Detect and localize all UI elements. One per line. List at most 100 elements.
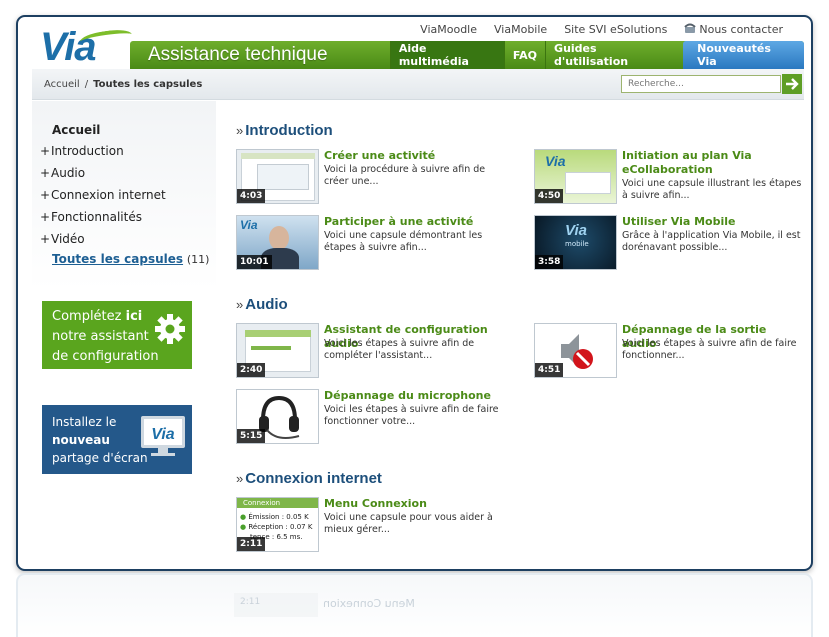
sidebar-all-capsules: Toutes les capsules (11) xyxy=(52,252,209,266)
reflection-duration: 2:11 xyxy=(240,597,261,607)
capsule-thumbnail[interactable]: Connexion ● Émission : 0.05 K ● Réceptio… xyxy=(236,497,319,552)
sidebar-item-label: Audio xyxy=(51,166,86,180)
thumb-logo: Via xyxy=(545,153,566,169)
header-banner: Assistance technique Aide multimédia FAQ… xyxy=(130,41,804,69)
thumb-text: Réception : 0.07 K xyxy=(248,523,313,531)
capsule-card[interactable]: 2:40 Assistant de configuration audio Vo… xyxy=(232,323,506,379)
thumb-text: mobile xyxy=(565,240,589,248)
capsule-description: Voici une capsule illustrant les étapes … xyxy=(622,178,802,201)
capsule-thumbnail[interactable]: 2:40 xyxy=(236,323,319,378)
reflection-title: Menu Connexion xyxy=(323,597,415,610)
nav-guides[interactable]: Guides d'utilisation xyxy=(545,41,677,69)
via-logo[interactable]: Via xyxy=(40,25,133,73)
top-link-site-svi[interactable]: Site SVI eSolutions xyxy=(564,23,667,36)
thumb-text: Connexion xyxy=(237,498,318,508)
thumb-logo: Via xyxy=(565,222,587,239)
contact-link[interactable]: Nous contacter xyxy=(684,23,783,36)
section-introduction-heading[interactable]: » Introduction xyxy=(236,122,333,139)
capsule-title[interactable]: Créer une activité xyxy=(324,149,506,163)
breadcrumb-current: Toutes les capsules xyxy=(93,78,203,90)
capsule-thumbnail[interactable]: 4:03 xyxy=(236,149,319,204)
capsule-thumbnail[interactable]: 5:15 xyxy=(236,389,319,444)
promo-config-text: de configuration xyxy=(52,349,159,364)
breadcrumb-separator: / xyxy=(84,78,89,90)
capsule-duration: 2:40 xyxy=(237,363,266,377)
capsule-description: Voici la procédure à suivre afin de crée… xyxy=(324,164,486,187)
capsule-thumbnail[interactable]: Via mobile 3:58 xyxy=(534,215,617,270)
capsule-card[interactable]: 4:51 Dépannage de la sortie audio Voici … xyxy=(530,323,804,379)
capsule-description: Voici une capsule pour vous aider à mieu… xyxy=(324,512,493,535)
capsule-thumbnail[interactable]: 4:51 xyxy=(534,323,617,378)
capsule-duration: 4:03 xyxy=(237,189,266,203)
page-title: Assistance technique xyxy=(148,44,328,65)
breadcrumb: Accueil / Toutes les capsules xyxy=(32,69,804,100)
section-title: Introduction xyxy=(245,122,333,139)
gear-icon xyxy=(155,314,185,344)
all-capsules-link[interactable]: Toutes les capsules xyxy=(52,252,183,266)
sidebar: Accueil +Introduction +Audio +Connexion … xyxy=(32,101,216,569)
sidebar-item-introduction[interactable]: +Introduction xyxy=(40,144,166,166)
sidebar-item-video[interactable]: +Vidéo xyxy=(40,232,166,254)
monitor-icon: Via xyxy=(141,416,185,456)
capsule-title[interactable]: Menu Connexion xyxy=(324,497,506,511)
svg-text:Via: Via xyxy=(151,426,175,443)
capsule-thumbnail[interactable]: Via 10:01 xyxy=(236,215,319,270)
capsule-card[interactable]: Via 4:50 Initiation au plan Via eCollabo… xyxy=(530,149,804,205)
phone-icon xyxy=(684,23,697,33)
plus-icon: + xyxy=(40,144,51,158)
capsule-description: Grâce à l'application Via Mobile, il est… xyxy=(622,230,801,253)
top-link-viamobile[interactable]: ViaMobile xyxy=(494,23,547,36)
capsule-description: Voici les étapes à suivre afin de faire … xyxy=(622,338,797,361)
search-button[interactable] xyxy=(782,74,802,94)
sidebar-menu: +Introduction +Audio +Connexion internet… xyxy=(40,144,166,254)
capsule-card[interactable]: 4:03 Créer une activité Voici la procédu… xyxy=(232,149,506,205)
capsule-card[interactable]: Connexion ● Émission : 0.05 K ● Réceptio… xyxy=(232,497,506,553)
main-nav: Aide multimédia FAQ Guides d'utilisation… xyxy=(389,41,804,69)
nav-nouveautes-via[interactable]: Nouveautés Via xyxy=(683,41,804,69)
capsule-title[interactable]: Participer à une activité xyxy=(324,215,506,229)
capsule-duration: 10:01 xyxy=(237,255,272,269)
promo-config-text: Complétez xyxy=(52,309,126,324)
sidebar-item-connexion[interactable]: +Connexion internet xyxy=(40,188,166,210)
plus-icon: + xyxy=(40,188,51,202)
top-link-viamoodle[interactable]: ViaMoodle xyxy=(420,23,477,36)
promo-screen-share[interactable]: Installez le nouveau partage d'écran Via xyxy=(42,405,192,474)
plus-icon: + xyxy=(40,166,51,180)
capsule-title[interactable]: Initiation au plan Via eCollaboration xyxy=(622,149,804,177)
capsule-card[interactable]: 5:15 Dépannage du microphone Voici les é… xyxy=(232,389,506,445)
capsule-description: Voici une capsule démontrant les étapes … xyxy=(324,230,483,253)
capsule-duration: 3:58 xyxy=(535,255,564,269)
nav-aide-multimedia[interactable]: Aide multimédia xyxy=(389,41,504,69)
search-input[interactable] xyxy=(621,75,781,93)
plus-icon: + xyxy=(40,210,51,224)
capsule-card[interactable]: Via mobile 3:58 Utiliser Via Mobile Grâc… xyxy=(530,215,804,271)
nav-faq[interactable]: FAQ xyxy=(503,41,545,69)
promo-config-assistant[interactable]: Complétez ici notre assistant de configu… xyxy=(42,301,192,369)
section-arrow: » xyxy=(236,123,244,138)
sidebar-item-label: Fonctionnalités xyxy=(51,210,142,224)
section-connexion-heading[interactable]: » Connexion internet xyxy=(236,470,382,487)
promo-config-here: ici xyxy=(125,309,143,324)
capsule-title[interactable]: Utiliser Via Mobile xyxy=(622,215,804,229)
main-content: » Introduction 4:03 Créer une activité Vo… xyxy=(232,101,804,569)
sidebar-item-label: Introduction xyxy=(51,144,124,158)
capsule-duration: 4:50 xyxy=(535,189,564,203)
section-arrow: » xyxy=(236,471,244,486)
section-title: Audio xyxy=(245,296,288,313)
capsule-thumbnail[interactable]: Via 4:50 xyxy=(534,149,617,204)
sidebar-item-fonctionnalites[interactable]: +Fonctionnalités xyxy=(40,210,166,232)
breadcrumb-home[interactable]: Accueil xyxy=(32,79,80,90)
capsule-card[interactable]: Via 10:01 Participer à une activité Voic… xyxy=(232,215,506,271)
section-title: Connexion internet xyxy=(245,470,382,487)
sidebar-home[interactable]: Accueil xyxy=(52,123,100,137)
sidebar-item-audio[interactable]: +Audio xyxy=(40,166,166,188)
capsule-title[interactable]: Dépannage du microphone xyxy=(324,389,506,403)
section-audio-heading[interactable]: » Audio xyxy=(236,296,288,313)
all-capsules-count: (11) xyxy=(186,253,210,266)
section-arrow: » xyxy=(236,297,244,312)
page-frame: Via ViaMoodle ViaMobile Site SVI eSoluti… xyxy=(16,15,813,571)
page-reflection: 2:11 Menu Connexion xyxy=(16,573,813,637)
capsule-description: Voici les étapes à suivre afin de faire … xyxy=(324,404,499,427)
capsule-duration: 2:11 xyxy=(237,537,266,551)
contact-label: Nous contacter xyxy=(699,23,783,36)
